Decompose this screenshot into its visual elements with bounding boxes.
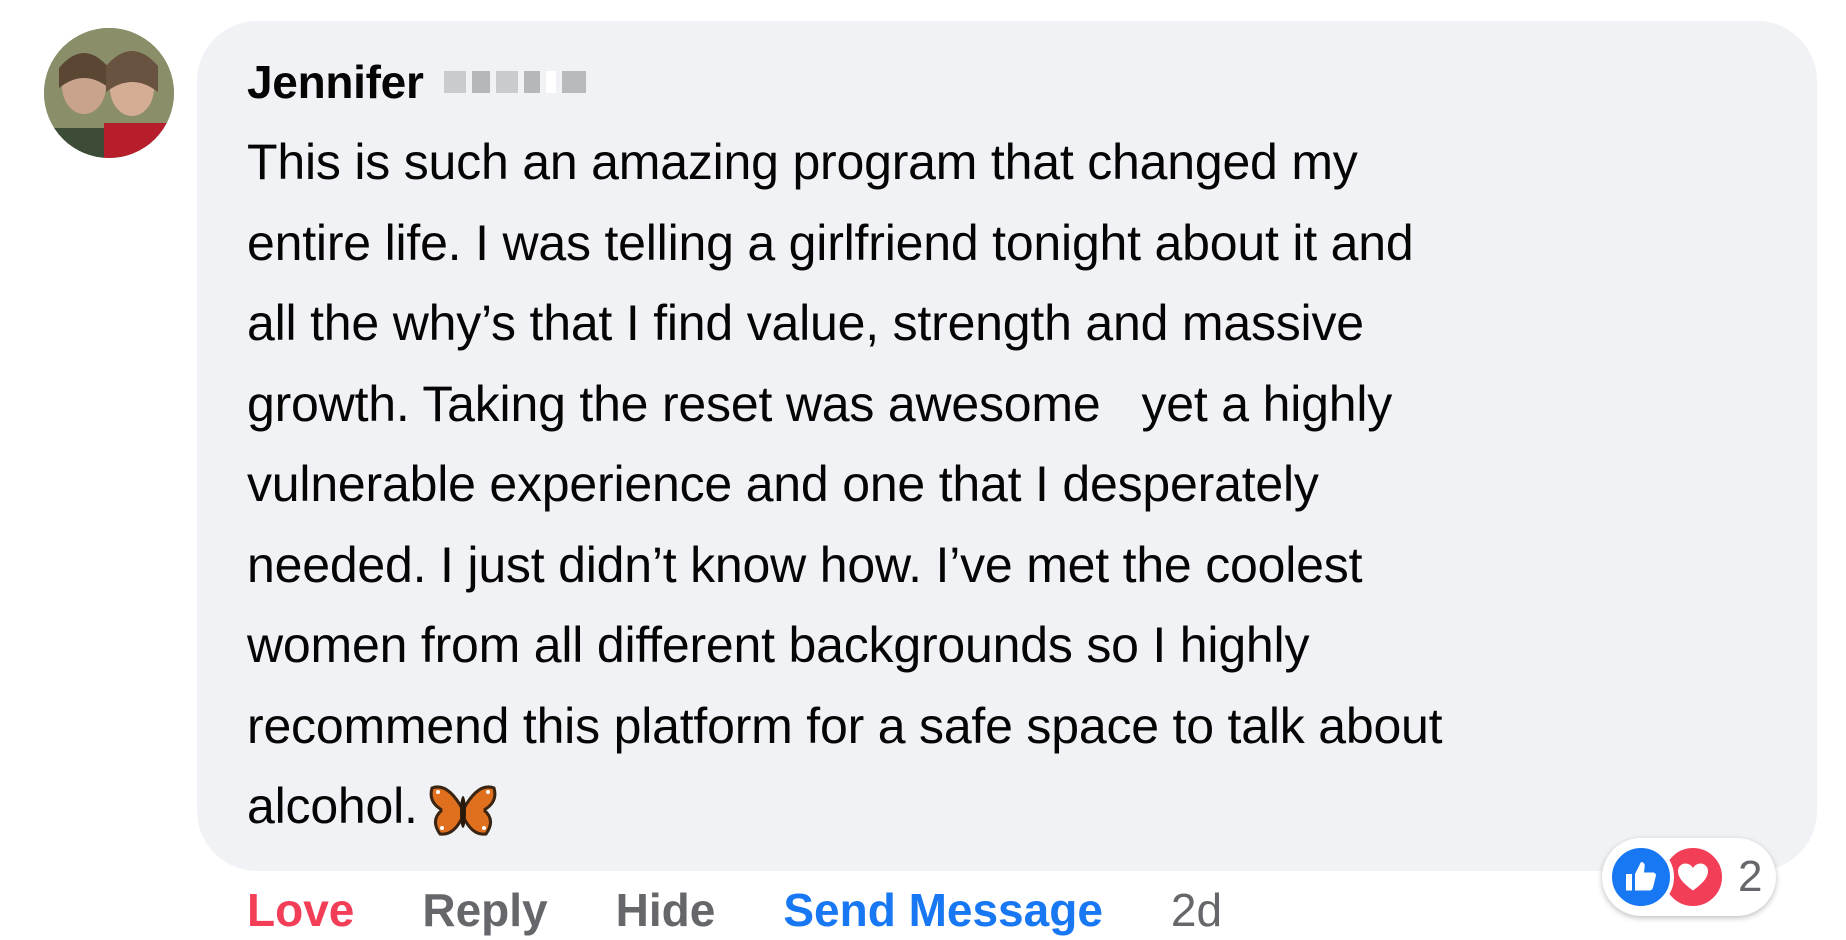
comment-header: Jennifer bbox=[247, 56, 586, 108]
comment-body: This is such an amazing program that cha… bbox=[247, 122, 1787, 847]
love-button[interactable]: Love bbox=[247, 883, 354, 937]
author-name[interactable]: Jennifer bbox=[247, 55, 424, 109]
send-message-button[interactable]: Send Message bbox=[783, 883, 1103, 937]
comment-actions: Love Reply Hide Send Message 2d bbox=[247, 880, 1222, 940]
comment-timestamp[interactable]: 2d bbox=[1171, 883, 1222, 937]
comment-text: This is such an amazing program that cha… bbox=[247, 134, 1443, 834]
reactions-summary[interactable]: 2 bbox=[1602, 838, 1777, 916]
author-surname-redacted bbox=[443, 62, 586, 102]
hide-button[interactable]: Hide bbox=[616, 883, 716, 937]
avatar[interactable] bbox=[44, 28, 174, 158]
like-icon bbox=[1608, 844, 1674, 910]
reaction-count: 2 bbox=[1738, 852, 1763, 901]
reply-button[interactable]: Reply bbox=[422, 883, 547, 937]
butterfly-icon bbox=[428, 780, 498, 840]
